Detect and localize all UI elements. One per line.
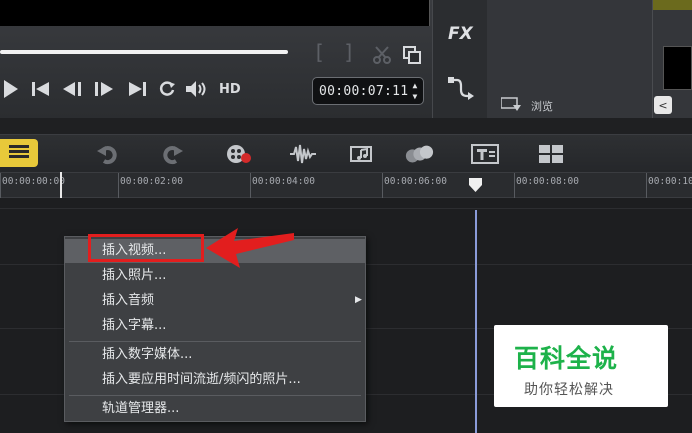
menu-track-manager[interactable]: 轨道管理器...: [65, 397, 365, 421]
ruler-tick: [646, 173, 647, 199]
redo-icon[interactable]: [158, 142, 188, 166]
motion-tracking-icon[interactable]: [404, 142, 434, 166]
ruler-tick: [382, 173, 383, 199]
hd-toggle[interactable]: HD: [219, 82, 241, 97]
library-thumbnail[interactable]: [663, 46, 692, 90]
timecode-field[interactable]: 00:00:07:11 ▲ ▼: [312, 77, 424, 105]
timecode-value: 00:00:07:11: [319, 83, 409, 99]
annotation-arrow-icon: [204, 224, 296, 272]
library-panel: 浏览 <: [487, 0, 692, 118]
watermark-subtitle: 助你轻松解决: [524, 382, 614, 398]
multi-camera-icon[interactable]: [536, 142, 566, 166]
timecode-spinner[interactable]: ▲ ▼: [410, 81, 420, 101]
watermark-title: 百科全说: [514, 344, 619, 373]
previous-frame-icon[interactable]: [62, 78, 84, 100]
watermark-logo: 百科全说 助你轻松解决: [494, 325, 668, 407]
ruler-tick: [250, 173, 251, 199]
ruler-label: 00:00:06:00: [384, 176, 447, 187]
library-scroll-left-button[interactable]: <: [654, 96, 672, 114]
playback-scrubber[interactable]: [0, 50, 288, 54]
browse-folder-icon[interactable]: [500, 96, 523, 112]
auto-music-icon[interactable]: [348, 142, 378, 166]
playhead-handle-icon[interactable]: [469, 177, 482, 192]
submenu-arrow-icon: ▶: [355, 295, 362, 305]
library-thumbnail-strip[interactable]: [652, 0, 692, 10]
timeline-view-button[interactable]: [0, 139, 38, 167]
start-marker: [60, 172, 62, 198]
ruler-label: 00:00:00:00: [2, 176, 65, 187]
library-divider: [652, 0, 653, 118]
timeline-view-icon: [8, 143, 30, 163]
effects-column: FX: [432, 0, 487, 118]
ruler-label: 00:00:10: [648, 176, 692, 187]
ruler-label: 00:00:02:00: [120, 176, 183, 187]
timeline-ruler[interactable]: 00:00:00:00 00:00:02:00 00:00:04:00 00:0…: [0, 172, 692, 199]
sound-mixer-icon[interactable]: [288, 142, 318, 166]
player-panel: [ ] HD 00:00:07:11 ▲ ▼: [0, 0, 432, 118]
motion-path-icon[interactable]: [447, 76, 475, 100]
mark-in-button[interactable]: [: [313, 40, 325, 64]
ruler-tick: [514, 173, 515, 199]
menu-separator: [69, 395, 361, 396]
scissors-icon[interactable]: [371, 44, 393, 66]
go-to-start-icon[interactable]: [30, 78, 52, 100]
timeline-toolbar: [0, 134, 692, 172]
ruler-label: 00:00:04:00: [252, 176, 315, 187]
next-frame-icon[interactable]: [92, 78, 114, 100]
track-divider: [0, 208, 692, 209]
menu-insert-subtitle[interactable]: 插入字幕...: [65, 314, 365, 338]
copy-icon[interactable]: [401, 44, 423, 66]
repeat-icon[interactable]: [156, 78, 178, 100]
ruler-tick: [0, 173, 1, 199]
annotation-highlight-box: [88, 234, 204, 262]
ruler-tick: [118, 173, 119, 199]
spin-down-icon[interactable]: ▼: [412, 92, 417, 101]
undo-icon[interactable]: [92, 142, 122, 166]
playhead-line: [475, 210, 477, 433]
mark-out-button[interactable]: ]: [343, 40, 355, 64]
fx-button[interactable]: FX: [448, 24, 473, 44]
menu-insert-time-lapse-photo[interactable]: 插入要应用时间流逝/频闪的照片...: [65, 368, 365, 392]
ruler-label: 00:00:08:00: [516, 176, 579, 187]
menu-insert-audio[interactable]: 插入音频: [65, 289, 365, 313]
play-icon[interactable]: [0, 78, 22, 100]
spin-up-icon[interactable]: ▲: [412, 81, 417, 90]
go-to-end-icon[interactable]: [126, 78, 148, 100]
video-preview: [0, 0, 430, 26]
title-icon[interactable]: [470, 142, 500, 166]
volume-icon[interactable]: [186, 78, 208, 100]
browse-label[interactable]: 浏览: [531, 98, 553, 114]
menu-separator: [69, 341, 361, 342]
record-capture-icon[interactable]: [224, 142, 254, 166]
menu-insert-digital-media[interactable]: 插入数字媒体...: [65, 343, 365, 367]
